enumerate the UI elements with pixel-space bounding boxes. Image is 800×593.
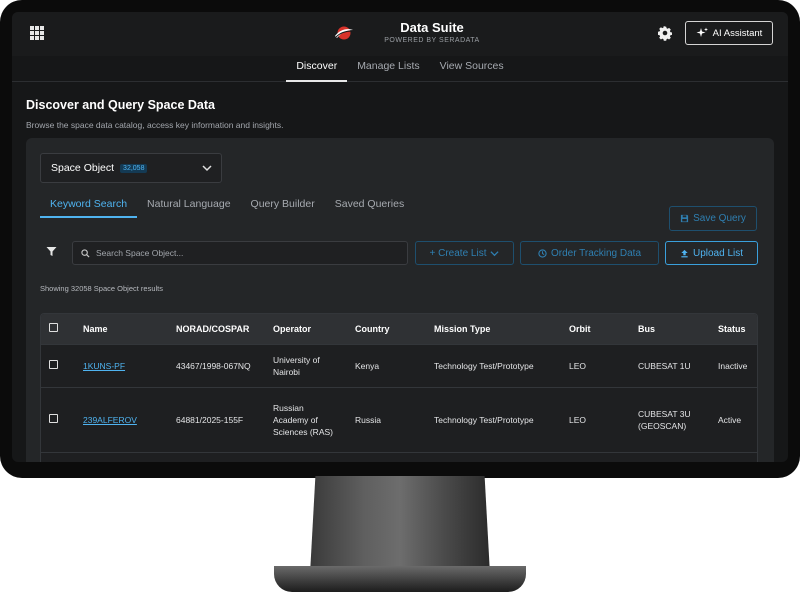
cell-norad (168, 451, 265, 462)
page-subtitle: Browse the space data catalog, access ke… (26, 120, 284, 130)
app-screen: Data Suite POWERED BY SERADATA AI Assist… (12, 12, 788, 462)
cell-operator: Polytechnic (265, 451, 347, 462)
object-type-label: Space Object (51, 162, 115, 174)
chevron-down-icon (490, 250, 500, 256)
cell-operator: Russian Academy of Sciences (RAS) (265, 386, 347, 452)
column-header-name[interactable]: Name (75, 314, 168, 344)
search-field[interactable] (72, 241, 408, 265)
cell-bus (630, 451, 710, 462)
page-title: Discover and Query Space Data (26, 98, 215, 112)
column-header-orbit[interactable]: Orbit (561, 314, 630, 344)
search-mode-tabs: Keyword Search Natural Language Query Bu… (40, 196, 414, 218)
cell-bus: CUBESAT 1U (630, 343, 710, 387)
table-row[interactable]: 239ALFEROV 64881/2025-155F Russian Acade… (41, 386, 757, 452)
tab-discover[interactable]: Discover (286, 56, 348, 82)
object-name-link[interactable]: 1KUNS-PF (83, 361, 125, 371)
column-header-status[interactable]: Status (710, 314, 757, 344)
object-type-select[interactable]: Space Object 32,058 (40, 153, 222, 183)
column-header-country[interactable]: Country (347, 314, 426, 344)
cell-norad: 43467/1998-067NQ (168, 343, 265, 387)
save-icon (680, 214, 689, 223)
select-all-cell (41, 314, 75, 344)
column-header-mission-type[interactable]: Mission Type (426, 314, 561, 344)
chevron-down-icon (202, 165, 212, 172)
cell-name (75, 451, 168, 462)
gear-icon[interactable] (657, 25, 673, 41)
tab-keyword-search[interactable]: Keyword Search (40, 196, 138, 218)
table-row[interactable]: 1KUNS-PF 43467/1998-067NQ University of … (41, 343, 757, 387)
upload-list-label: Upload List (692, 247, 744, 259)
row-select-cell (41, 451, 75, 462)
cell-status: Inactive (710, 343, 757, 387)
cell-mission-type: Technology Test/Prototype (426, 386, 561, 452)
top-bar: Data Suite POWERED BY SERADATA AI Assist… (12, 12, 788, 56)
create-list-label: + Create List (429, 247, 487, 259)
cell-orbit: LEO (561, 343, 630, 387)
cell-status: Active (710, 386, 757, 452)
tab-query-builder[interactable]: Query Builder (241, 196, 325, 218)
search-input[interactable] (96, 248, 396, 258)
column-header-operator[interactable]: Operator (265, 314, 347, 344)
results-count: Showing 32058 Space Object results (40, 284, 163, 293)
tab-saved-queries[interactable]: Saved Queries (325, 196, 414, 218)
upload-list-button[interactable]: Upload List (665, 241, 758, 265)
tab-view-sources[interactable]: View Sources (430, 56, 514, 82)
table-header-row: Name NORAD/COSPAR Operator Country Missi… (41, 314, 757, 344)
search-icon (81, 248, 90, 258)
tab-manage-lists[interactable]: Manage Lists (347, 56, 429, 82)
cell-status (710, 451, 757, 462)
cell-mission-type: Technology Test/Prototype (426, 343, 561, 387)
seradata-logo-icon (335, 26, 353, 40)
row-checkbox[interactable] (49, 359, 58, 369)
create-list-button[interactable]: + Create List (415, 241, 514, 265)
app-subtitle: POWERED BY SERADATA (384, 37, 480, 44)
ai-assistant-label: AI Assistant (712, 27, 763, 39)
filter-icon[interactable] (46, 246, 57, 257)
cell-country: Kenya (347, 343, 426, 387)
save-query-label: Save Query (693, 213, 746, 224)
monitor-stand-neck (310, 476, 490, 574)
order-tracking-button[interactable]: Order Tracking Data (520, 241, 659, 265)
column-header-norad[interactable]: NORAD/COSPAR (168, 314, 265, 344)
column-header-bus[interactable]: Bus (630, 314, 710, 344)
cell-operator: University of Nairobi (265, 343, 347, 387)
row-select-cell (41, 343, 75, 387)
object-count-badge: 32,058 (120, 163, 148, 173)
results-table: Name NORAD/COSPAR Operator Country Missi… (40, 313, 758, 462)
brand: Data Suite POWERED BY SERADATA (362, 20, 502, 44)
app-title: Data Suite (400, 20, 464, 35)
cell-orbit: LEO (561, 386, 630, 452)
row-select-cell (41, 386, 75, 452)
order-tracking-label: Order Tracking Data (550, 247, 642, 259)
monitor-bezel: Data Suite POWERED BY SERADATA AI Assist… (0, 0, 800, 478)
cell-mission-type (426, 451, 561, 462)
save-query-button[interactable]: Save Query (669, 206, 757, 231)
cell-name: 239ALFEROV (75, 386, 168, 452)
select-all-checkbox[interactable] (49, 323, 58, 333)
cell-norad: 64881/2025-155F (168, 386, 265, 452)
tab-natural-language[interactable]: Natural Language (137, 196, 240, 218)
clock-icon (538, 248, 547, 258)
row-checkbox[interactable] (49, 413, 58, 423)
apps-grid-icon[interactable] (30, 26, 44, 40)
cell-country: Russia (347, 386, 426, 452)
monitor-stand-base (274, 566, 526, 592)
search-panel: Space Object 32,058 Keyword Search Natur… (26, 138, 774, 462)
cell-orbit (561, 451, 630, 462)
sparkle-icon (696, 27, 708, 37)
upload-icon (681, 249, 688, 257)
main-nav: Discover Manage Lists View Sources (12, 56, 788, 82)
table-row[interactable]: Polytechnic (41, 451, 757, 462)
ai-assistant-button[interactable]: AI Assistant (685, 21, 773, 45)
cell-bus: CUBESAT 3U (GEOSCAN) (630, 386, 710, 452)
cell-name: 1KUNS-PF (75, 343, 168, 387)
object-name-link[interactable]: 239ALFEROV (83, 415, 137, 425)
cell-country (347, 451, 426, 462)
